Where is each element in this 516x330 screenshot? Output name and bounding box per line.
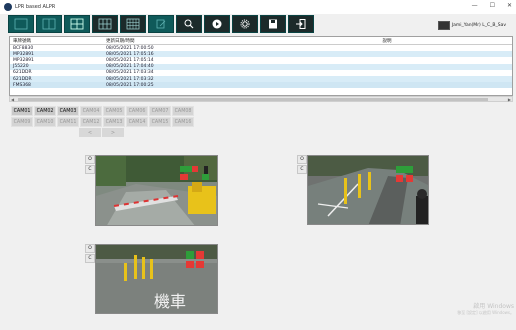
layout-2x2-icon bbox=[42, 18, 56, 30]
close-gate-button[interactable]: C bbox=[297, 165, 307, 174]
time-cell: 08/05/2021 17:00:50 bbox=[106, 45, 154, 51]
camera-button-cam04[interactable]: CAM04 bbox=[80, 106, 102, 116]
open-gate-button[interactable]: O bbox=[85, 244, 95, 253]
camera-view: O C 機車 bbox=[85, 244, 218, 314]
next-page-button[interactable]: > bbox=[102, 128, 124, 137]
camera-feed-image: 機車 bbox=[96, 245, 217, 313]
layout-4x4-button[interactable] bbox=[92, 15, 118, 33]
search-button[interactable] bbox=[176, 15, 202, 33]
gear-icon bbox=[240, 19, 250, 29]
column-header-plate[interactable]: 車牌號碼 bbox=[10, 38, 102, 44]
app-icon bbox=[4, 3, 12, 11]
camera-feed[interactable] bbox=[95, 155, 218, 226]
minimize-button[interactable]: — bbox=[472, 2, 478, 9]
plate-cell: MP32891 bbox=[13, 57, 34, 63]
camera-button-cam15[interactable]: CAM15 bbox=[149, 117, 171, 127]
plate-cell: MP32891 bbox=[13, 51, 34, 57]
search-icon bbox=[184, 19, 194, 29]
open-gate-button[interactable]: O bbox=[85, 155, 95, 164]
layout-5x5-icon bbox=[126, 18, 140, 30]
camera-button-cam16[interactable]: CAM16 bbox=[172, 117, 194, 127]
close-gate-button[interactable]: C bbox=[85, 165, 95, 174]
time-cell: 08/05/2021 17:00:25 bbox=[106, 82, 154, 88]
layout-1x1-icon bbox=[14, 18, 28, 30]
time-cell: 08/05/2021 17:03:34 bbox=[106, 70, 154, 76]
layout-2x2-button[interactable] bbox=[36, 15, 62, 33]
watermark-line1: 啟用 Windows bbox=[473, 303, 514, 310]
edit-icon bbox=[156, 19, 166, 29]
play-button[interactable] bbox=[204, 15, 230, 33]
close-gate-button[interactable]: C bbox=[85, 254, 95, 263]
exit-button[interactable] bbox=[288, 15, 314, 33]
close-button[interactable]: ✕ bbox=[507, 2, 512, 9]
camera-feed-image bbox=[308, 156, 428, 224]
maximize-button[interactable]: ☐ bbox=[490, 2, 495, 9]
camera-selector: CAM01 CAM02 CAM03 CAM04 CAM05 CAM06 CAM0… bbox=[11, 106, 194, 127]
settings-button[interactable] bbox=[232, 15, 258, 33]
layout-5x5-button[interactable] bbox=[120, 15, 146, 33]
plate-cell: 621DDR bbox=[13, 76, 32, 82]
camera-button-cam12[interactable]: CAM12 bbox=[80, 117, 102, 127]
gate-controls: O C bbox=[85, 155, 95, 226]
scroll-left-icon[interactable]: ◀ bbox=[11, 97, 14, 102]
play-icon bbox=[212, 19, 222, 29]
records-table: 車牌號碼 更新日期/時間 說明 BCF8830 08/05/2021 17:00:… bbox=[9, 36, 513, 96]
edit-button[interactable] bbox=[148, 15, 174, 33]
time-cell: 08/05/2021 17:03:32 bbox=[106, 76, 154, 82]
user-card-icon bbox=[437, 21, 450, 30]
toolbar bbox=[8, 15, 314, 33]
column-header-time[interactable]: 更新日期/時間 bbox=[102, 38, 262, 44]
gate-controls: O C bbox=[85, 244, 95, 314]
title-bar: LPR based ALPR — ☐ ✕ bbox=[0, 0, 516, 14]
scrollbar-thumb[interactable] bbox=[18, 98, 488, 101]
camera-button-cam14[interactable]: CAM14 bbox=[126, 117, 148, 127]
camera-button-cam02[interactable]: CAM02 bbox=[34, 106, 56, 116]
camera-feed[interactable] bbox=[307, 155, 429, 225]
open-gate-button[interactable]: O bbox=[297, 155, 307, 164]
plate-cell: J55220 bbox=[13, 64, 29, 70]
window-title: LPR based ALPR bbox=[15, 4, 56, 10]
camera-button-cam08[interactable]: CAM08 bbox=[172, 106, 194, 116]
camera-button-cam11[interactable]: CAM11 bbox=[57, 117, 79, 127]
camera-feed-image bbox=[96, 156, 217, 225]
camera-button-cam13[interactable]: CAM13 bbox=[103, 117, 125, 127]
layout-3x3-button[interactable] bbox=[64, 15, 90, 33]
exit-icon bbox=[296, 19, 306, 29]
camera-page-nav: < > bbox=[79, 128, 124, 137]
time-cell: 08/05/2021 17:04:40 bbox=[106, 64, 154, 70]
layout-1x1-button[interactable] bbox=[8, 15, 34, 33]
camera-button-cam06[interactable]: CAM06 bbox=[126, 106, 148, 116]
gate-controls: O C bbox=[297, 155, 307, 225]
time-cell: 08/05/2021 17:05:14 bbox=[106, 57, 154, 63]
save-button[interactable] bbox=[260, 15, 286, 33]
window-controls: — ☐ ✕ bbox=[472, 2, 512, 9]
activation-watermark: 啟用 Windows 移至 [設定] 以啟用 Windows。 bbox=[457, 301, 514, 316]
horizontal-scrollbar[interactable]: ◀ ▶ bbox=[9, 96, 513, 102]
camera-view: O C bbox=[297, 155, 429, 225]
watermark-line2: 移至 [設定] 以啟用 Windows。 bbox=[457, 310, 514, 315]
table-row[interactable]: FMS368 08/05/2021 17:00:25 bbox=[10, 82, 512, 89]
camera-button-cam01[interactable]: CAM01 bbox=[11, 106, 33, 116]
layout-3x3-icon bbox=[70, 18, 84, 30]
camera-view: O C bbox=[85, 155, 218, 226]
user-label: Jami_Yan(Mr) L_C_B_Sav bbox=[451, 23, 506, 28]
scroll-right-icon[interactable]: ▶ bbox=[508, 97, 511, 102]
camera-button-cam10[interactable]: CAM10 bbox=[34, 117, 56, 127]
camera-button-cam03[interactable]: CAM03 bbox=[57, 106, 79, 116]
plate-cell: 621DDR bbox=[13, 70, 32, 76]
camera-button-cam09[interactable]: CAM09 bbox=[11, 117, 33, 127]
plate-cell: BCF8830 bbox=[13, 45, 34, 51]
camera-button-cam05[interactable]: CAM05 bbox=[103, 106, 125, 116]
time-cell: 08/05/2021 17:05:16 bbox=[106, 51, 154, 57]
table-header: 車牌號碼 更新日期/時間 說明 bbox=[10, 37, 512, 45]
previous-page-button[interactable]: < bbox=[79, 128, 101, 137]
camera-button-cam07[interactable]: CAM07 bbox=[149, 106, 171, 116]
plate-cell: FMS368 bbox=[13, 82, 31, 88]
layout-4x4-icon bbox=[98, 18, 112, 30]
column-header-note[interactable]: 說明 bbox=[262, 38, 512, 44]
user-area: Jami_Yan(Mr) L_C_B_Sav bbox=[437, 21, 506, 30]
save-icon bbox=[269, 19, 277, 29]
camera-feed[interactable]: 機車 bbox=[95, 244, 218, 314]
road-marking-text: 機車 bbox=[154, 292, 186, 311]
